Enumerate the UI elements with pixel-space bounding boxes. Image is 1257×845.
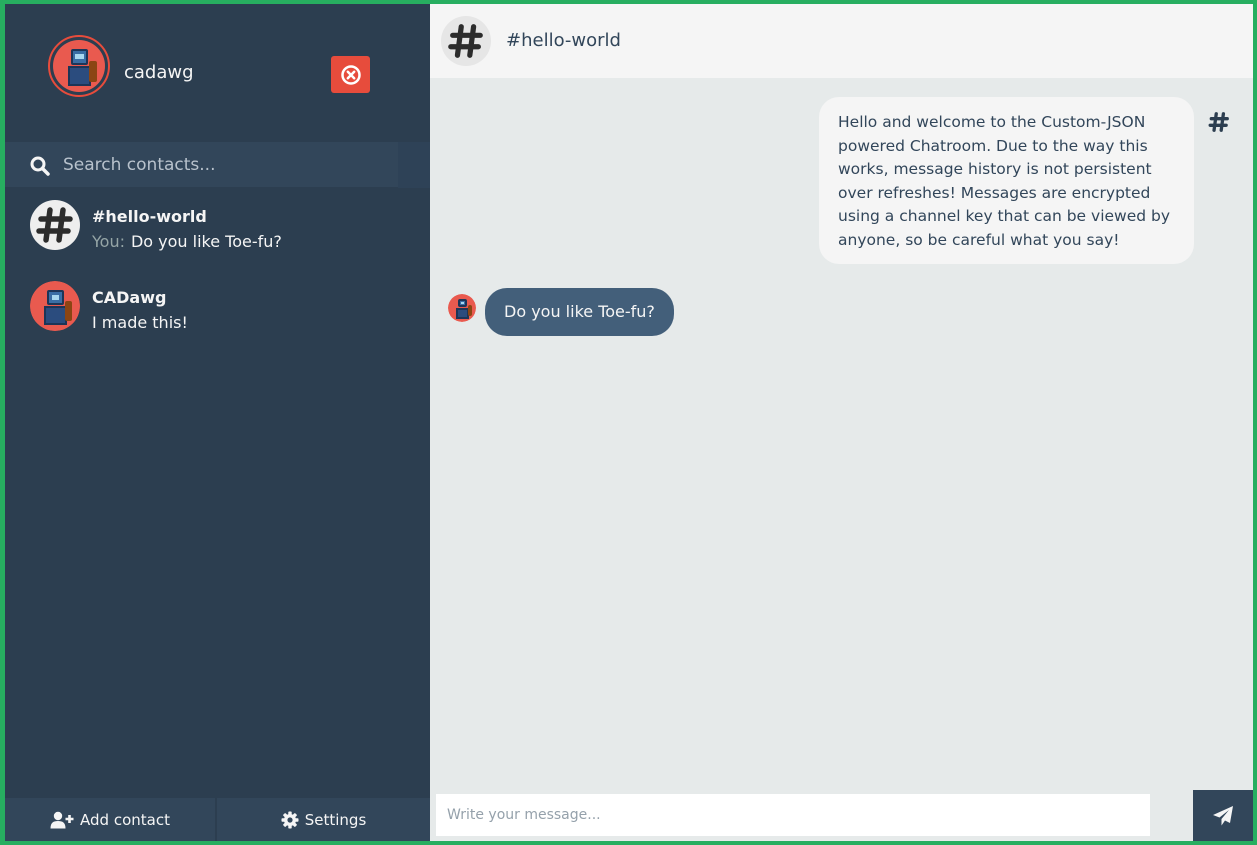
chat-title: #hello-world bbox=[506, 30, 621, 51]
chat-app: cadawg Search contacts... #hello-world Y… bbox=[5, 4, 1253, 841]
contact-preview: I made this! bbox=[92, 313, 188, 332]
message-avatar bbox=[1205, 108, 1233, 136]
search-divider bbox=[398, 142, 430, 188]
add-contact-button[interactable]: Add contact bbox=[5, 798, 217, 841]
close-circle-icon bbox=[340, 64, 361, 85]
robot-avatar-image bbox=[448, 294, 476, 322]
contact-list: #hello-world You: Do you like Toe-fu? CAD… bbox=[5, 188, 430, 350]
message-bubble-received: Do you like Toe-fu? bbox=[485, 288, 674, 336]
sender-label: You: bbox=[92, 232, 125, 251]
robot-avatar-image bbox=[30, 281, 80, 331]
message-input[interactable] bbox=[436, 794, 1150, 836]
gear-icon bbox=[281, 811, 299, 828]
hash-icon bbox=[1208, 112, 1229, 132]
send-button[interactable] bbox=[1193, 790, 1253, 841]
profile-username: cadawg bbox=[124, 62, 194, 83]
close-button[interactable] bbox=[331, 56, 370, 93]
add-contact-label: Add contact bbox=[80, 810, 170, 829]
paper-plane-icon bbox=[1213, 805, 1233, 825]
message-composer bbox=[430, 790, 1253, 841]
settings-label: Settings bbox=[304, 810, 367, 829]
search-bar bbox=[5, 141, 430, 188]
contact-preview: You: Do you like Toe-fu? bbox=[92, 232, 282, 251]
profile-section: cadawg bbox=[5, 4, 430, 141]
sidebar-bottom-bar: Add contact Settings bbox=[5, 798, 430, 841]
message-bubble-sent: Hello and welcome to the Custom-JSON pow… bbox=[819, 97, 1194, 264]
hash-icon bbox=[36, 207, 73, 243]
contact-name: #hello-world bbox=[92, 207, 207, 226]
contact-item-hello-world[interactable]: #hello-world You: Do you like Toe-fu? bbox=[5, 188, 430, 269]
hash-icon bbox=[448, 24, 483, 58]
chat-panel: #hello-world Hello and welcome to the Cu… bbox=[430, 4, 1253, 841]
contact-item-cadawg[interactable]: CADawg I made this! bbox=[5, 269, 430, 350]
message-avatar bbox=[448, 294, 476, 322]
settings-button[interactable]: Settings bbox=[217, 798, 430, 841]
robot-avatar-image bbox=[53, 40, 105, 92]
message-list: Hello and welcome to the Custom-JSON pow… bbox=[430, 78, 1253, 790]
chat-header: #hello-world bbox=[430, 4, 1253, 78]
search-input[interactable] bbox=[63, 142, 393, 188]
sidebar: cadawg Search contacts... #hello-world Y… bbox=[5, 4, 430, 841]
contact-avatar bbox=[30, 281, 80, 331]
preview-text: Do you like Toe-fu? bbox=[130, 232, 282, 251]
user-plus-icon bbox=[50, 811, 74, 828]
chat-header-avatar bbox=[441, 16, 491, 66]
profile-avatar[interactable] bbox=[48, 35, 110, 97]
channel-avatar bbox=[30, 200, 80, 250]
search-icon bbox=[30, 156, 50, 176]
contact-name: CADawg bbox=[92, 288, 167, 307]
search-field bbox=[5, 142, 398, 188]
